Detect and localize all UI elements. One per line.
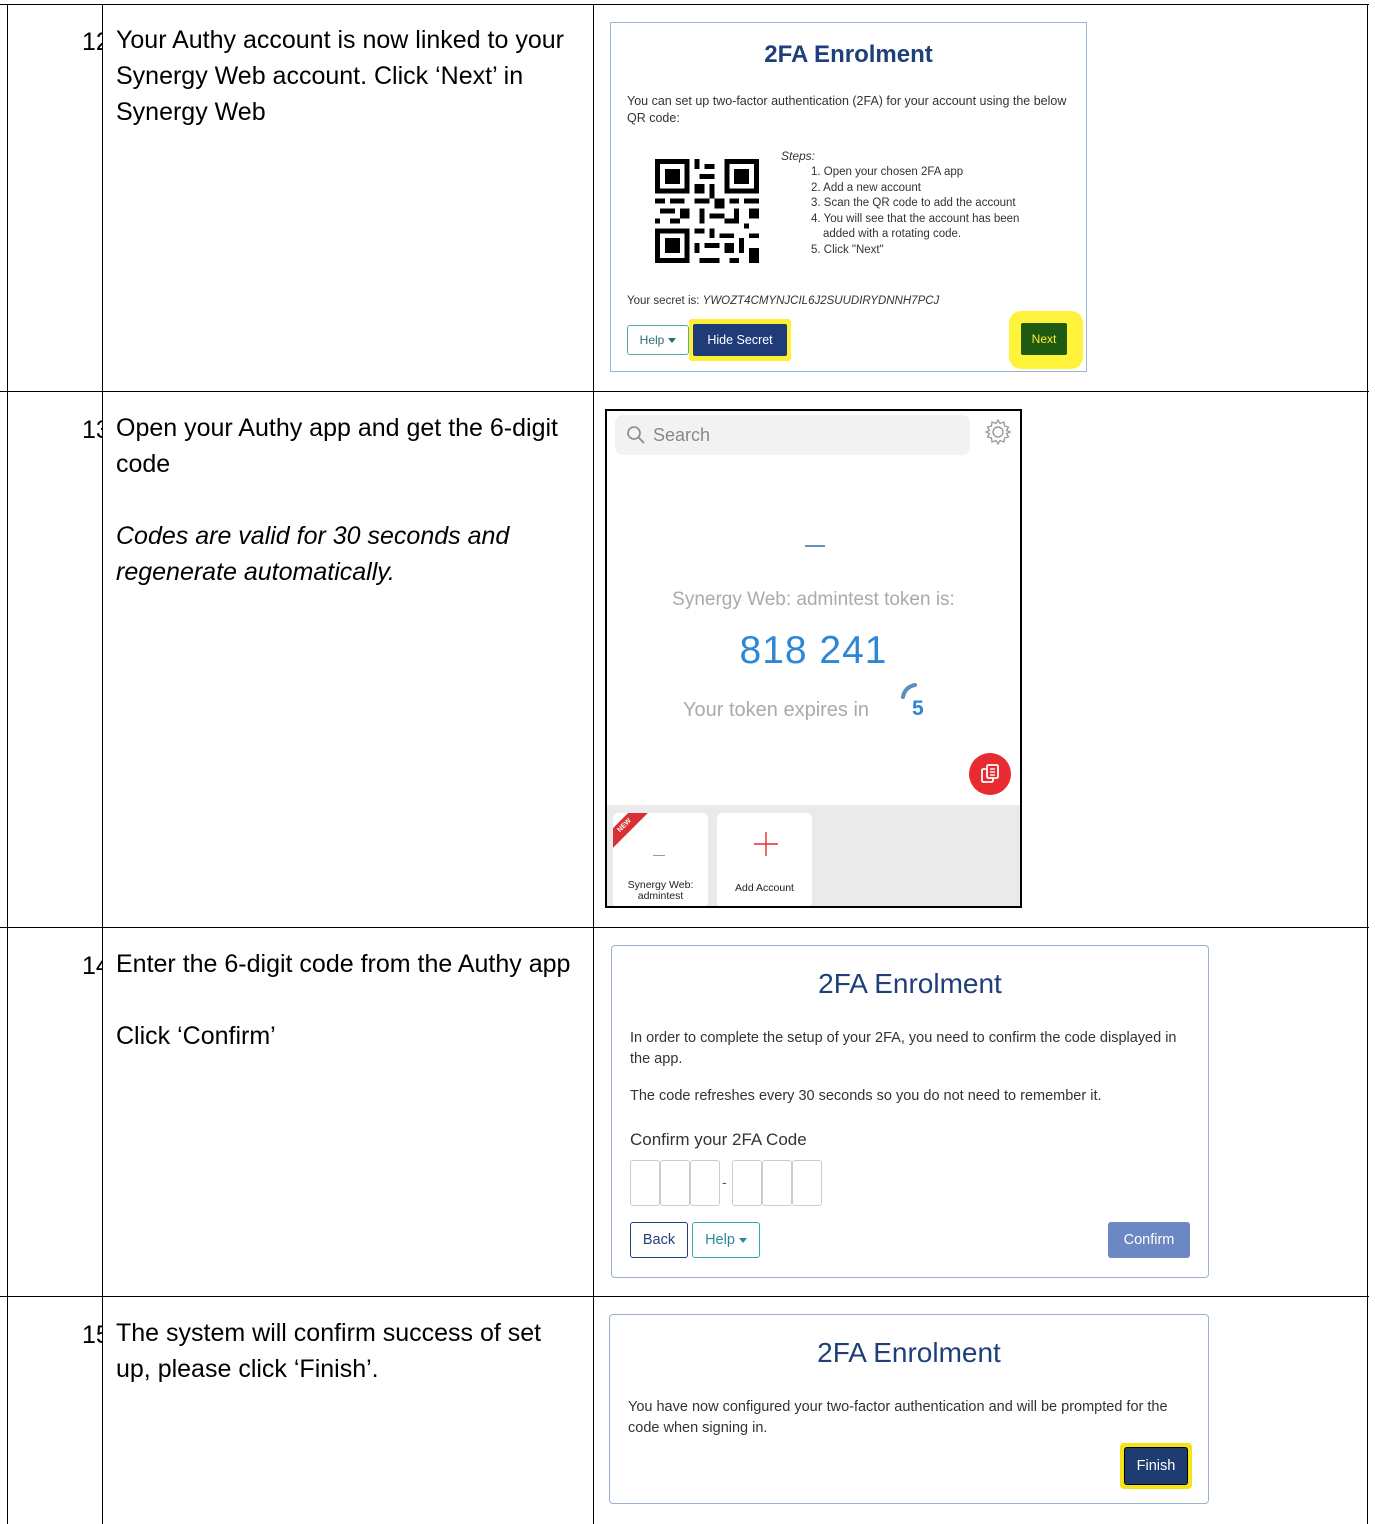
authy-app-screenshot: Search Synergy Web: admintest token is: … (605, 409, 1022, 908)
account-name-line: admintest (637, 890, 684, 902)
code-digit-input[interactable] (732, 1160, 762, 1206)
expires-seconds: 5 (912, 697, 924, 720)
search-icon (625, 424, 647, 446)
account-tile[interactable]: NEW Synergy Web: admintest (613, 813, 708, 906)
step-instruction: Open your Authy app and get the 6-digit … (116, 410, 576, 590)
step-text: Your Authy account is now linked to your… (116, 26, 564, 126)
list-item: 4. You will see that the account has bee… (811, 212, 1020, 225)
search-input[interactable]: Search (615, 415, 970, 455)
column-divider (593, 4, 594, 1524)
help-dropdown-button[interactable]: Help (692, 1222, 760, 1258)
step-instruction: The system will confirm success of set u… (116, 1315, 576, 1387)
secret-label: Your secret is: (627, 295, 700, 307)
panel-title: 2FA Enrolment (818, 968, 1002, 999)
finish-button[interactable]: Finish (1124, 1447, 1188, 1485)
secret-value: YWOZT4CMYNJCIL6J2SUUDIRYDNNH7PCJ (702, 295, 940, 307)
intro-text: You can set up two-factor authentication… (627, 94, 1067, 125)
step-instruction: Your Authy account is now linked to your… (116, 22, 576, 130)
step-text: Click ‘Confirm’ (116, 1022, 276, 1050)
success-text: You have now configured your two-factor … (628, 1399, 1168, 1436)
next-button[interactable]: Next (1021, 323, 1067, 355)
qr-code-image (655, 159, 759, 263)
table-border-right (1367, 4, 1368, 1524)
instruction-text: The code refreshes every 30 seconds so y… (630, 1088, 1102, 1104)
steps-heading: Steps: (781, 149, 816, 163)
code-label: Confirm your 2FA Code (630, 1130, 807, 1149)
step-number: 13 (82, 416, 103, 444)
steps-list: 1. Open your chosen 2FA app 2. Add a new… (811, 165, 1071, 258)
step-number: 14 (82, 952, 103, 980)
code-digit-input[interactable] (630, 1160, 660, 1206)
hide-secret-button[interactable]: Hide Secret (693, 324, 787, 356)
list-item: 1. Open your chosen 2FA app (811, 166, 964, 178)
step-number: 15 (82, 1321, 103, 1349)
back-button[interactable]: Back (630, 1222, 688, 1258)
panel-title: 2FA Enrolment (817, 1337, 1001, 1368)
enrolment-qr-panel: 2FA Enrolment You can set up two-factor … (610, 22, 1087, 372)
instruction-text: In order to complete the setup of your 2… (630, 1030, 1177, 1067)
table-border-top (0, 4, 1369, 5)
caret-down-icon (738, 1237, 747, 1243)
code-digit-input[interactable] (792, 1160, 822, 1206)
code-digit-input[interactable] (660, 1160, 690, 1206)
step-number: 12 (82, 28, 103, 56)
expires-label: Your token expires in (683, 699, 870, 721)
panel-title: 2FA Enrolment (764, 41, 933, 68)
copy-token-button[interactable] (969, 753, 1011, 795)
help-label: Help (639, 333, 665, 347)
account-logo-placeholder (805, 545, 825, 547)
step-note: Codes are valid for 30 seconds and regen… (116, 522, 510, 586)
new-ribbon: NEW (613, 813, 652, 853)
row-divider (0, 391, 1369, 392)
list-item: 2. Add a new account (811, 181, 921, 194)
help-label: Help (705, 1232, 735, 1248)
code-digit-input[interactable] (690, 1160, 720, 1206)
account-tile-label: Synergy Web: admintest (613, 880, 708, 902)
confirm-button[interactable]: Confirm (1108, 1222, 1190, 1258)
token-label: Synergy Web: admintest token is: (672, 589, 955, 610)
secret-line: Your secret is: YWOZT4CMYNJCIL6J2SUUDIRY… (627, 295, 939, 307)
list-item: 3. Scan the QR code to add the account (811, 197, 1016, 209)
enrolment-confirm-panel: 2FA Enrolment In order to complete the s… (611, 945, 1209, 1278)
copy-icon (981, 764, 999, 783)
help-dropdown-button[interactable]: Help (627, 325, 689, 355)
token-code: 818 241 (739, 629, 888, 672)
list-item: added with a rotating code. (823, 228, 962, 240)
step-text: Open your Authy app and get the 6-digit … (116, 414, 558, 478)
account-logo-placeholder (653, 855, 665, 856)
code-separator: - (722, 1174, 727, 1190)
search-placeholder: Search (653, 424, 711, 445)
plus-icon (754, 832, 778, 856)
add-account-button[interactable]: Add Account (717, 813, 812, 906)
add-account-label: Add Account (735, 882, 794, 894)
list-item: 5. Click "Next" (811, 243, 884, 256)
row-divider (0, 1296, 1369, 1297)
code-digit-input[interactable] (762, 1160, 792, 1206)
step-text: Enter the 6-digit code from the Authy ap… (116, 950, 571, 978)
step-instruction: Enter the 6-digit code from the Authy ap… (116, 946, 576, 1054)
caret-down-icon (668, 337, 677, 343)
step-text: The system will confirm success of set u… (116, 1319, 542, 1383)
enrolment-finish-panel: 2FA Enrolment You have now configured yo… (609, 1314, 1209, 1504)
table-border-left (7, 4, 8, 1524)
row-divider (0, 927, 1369, 928)
gear-icon[interactable] (983, 417, 1013, 447)
column-divider (102, 4, 103, 1524)
